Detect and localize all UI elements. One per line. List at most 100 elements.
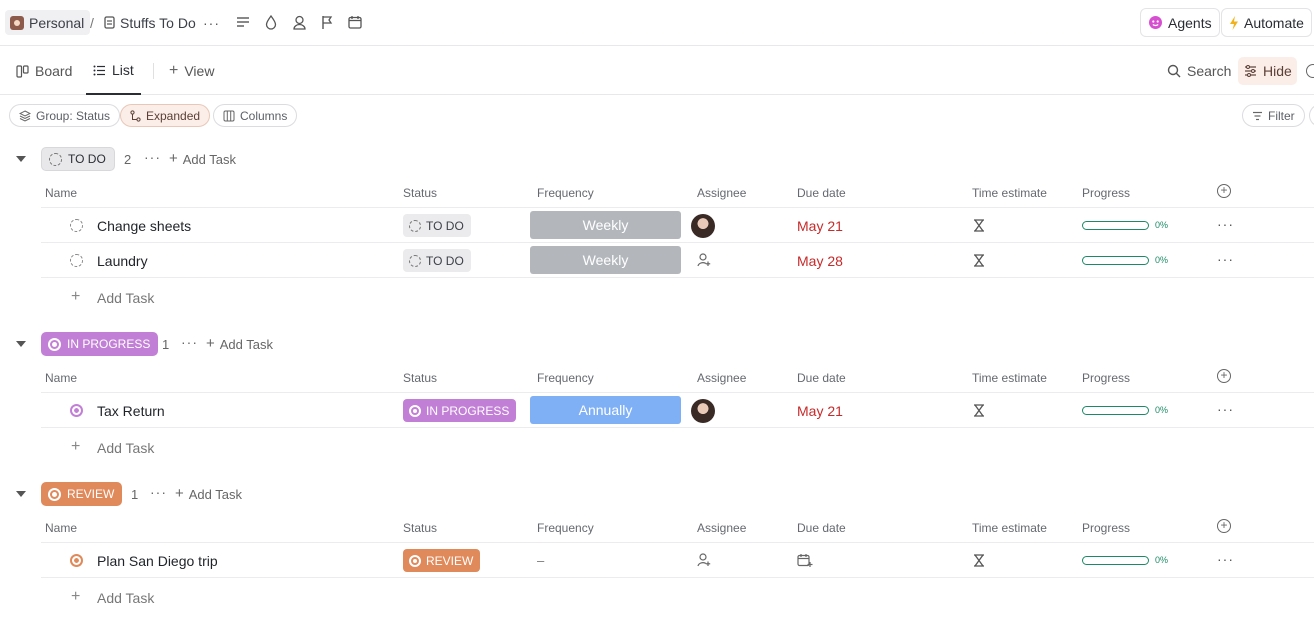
calendar-icon[interactable] [347, 14, 363, 30]
color-drop-icon[interactable] [263, 14, 279, 30]
hourglass-icon[interactable] [973, 254, 985, 267]
col-status[interactable]: Status [403, 186, 437, 200]
column-header-row: Name Status Frequency Assignee Due date … [41, 176, 1314, 208]
description-icon[interactable] [235, 14, 251, 30]
col-due-date[interactable]: Due date [797, 186, 846, 200]
search-button[interactable]: Search [1167, 47, 1231, 95]
col-status[interactable]: Status [403, 371, 437, 385]
agents-button[interactable]: Agents [1140, 8, 1220, 37]
task-name[interactable]: Tax Return [97, 403, 165, 419]
add-view-label: View [184, 63, 215, 79]
group-add-task-button[interactable]: + Add Task [169, 151, 236, 167]
add-task-row[interactable]: + Add Task [41, 279, 541, 315]
col-frequency[interactable]: Frequency [537, 521, 594, 535]
task-status-icon[interactable] [70, 254, 83, 267]
tab-divider [153, 63, 154, 79]
task-status-pill[interactable]: TO DO [403, 249, 471, 272]
tab-board[interactable]: Board [16, 47, 72, 95]
col-time-estimate[interactable]: Time estimate [972, 371, 1047, 385]
task-status-pill[interactable]: TO DO [403, 214, 471, 237]
group-add-task-button[interactable]: + Add Task [175, 486, 242, 502]
add-task-row[interactable]: + Add Task [41, 579, 541, 615]
table-row[interactable]: Laundry TO DO Weekly May 28 0% ··· [41, 243, 1314, 278]
col-status[interactable]: Status [403, 521, 437, 535]
col-progress[interactable]: Progress [1082, 186, 1130, 200]
hourglass-icon[interactable] [973, 219, 985, 232]
avatar[interactable] [691, 399, 715, 423]
collapse-caret-icon[interactable] [16, 491, 26, 497]
automate-button[interactable]: Automate [1221, 8, 1312, 37]
col-name[interactable]: Name [45, 371, 77, 385]
add-column-icon[interactable]: + [1217, 519, 1231, 533]
frequency-tag[interactable]: Weekly [530, 246, 681, 274]
col-due-date[interactable]: Due date [797, 521, 846, 535]
group-add-task-button[interactable]: + Add Task [206, 336, 273, 352]
col-frequency[interactable]: Frequency [537, 371, 594, 385]
task-status-icon[interactable] [70, 219, 83, 232]
task-status-icon[interactable] [70, 404, 83, 417]
row-more-icon[interactable]: ··· [1217, 251, 1234, 267]
expanded-chip[interactable]: Expanded [120, 104, 211, 127]
group-more-icon[interactable]: ··· [150, 484, 167, 500]
add-column-icon[interactable]: + [1217, 369, 1231, 383]
flag-icon[interactable] [319, 14, 335, 30]
task-status-pill[interactable]: IN PROGRESS [403, 399, 517, 422]
col-assignee[interactable]: Assignee [697, 521, 746, 535]
filter-chip[interactable]: Filter [1242, 104, 1305, 127]
group-count: 1 [162, 337, 170, 352]
add-assignee-icon[interactable] [697, 553, 711, 567]
more-options-icon[interactable]: ··· [203, 10, 220, 35]
breadcrumb-workspace[interactable]: Personal [5, 10, 91, 35]
hourglass-icon[interactable] [973, 404, 985, 417]
add-due-date-icon[interactable] [797, 553, 813, 568]
breadcrumb-list[interactable]: Stuffs To Do [104, 10, 196, 35]
col-name[interactable]: Name [45, 186, 77, 200]
more-filters-chip[interactable] [1309, 104, 1314, 127]
col-progress[interactable]: Progress [1082, 521, 1130, 535]
status-badge[interactable]: REVIEW [41, 482, 123, 506]
task-status-icon[interactable] [70, 554, 83, 567]
task-name[interactable]: Change sheets [97, 218, 191, 234]
table-row[interactable]: Plan San Diego trip REVIEW – 0% ··· [41, 543, 1314, 578]
group-by-chip[interactable]: Group: Status [9, 104, 121, 127]
table-row[interactable]: Change sheets TO DO Weekly May 21 0% ··· [41, 208, 1314, 243]
add-task-row[interactable]: + Add Task [41, 429, 541, 465]
user-icon[interactable] [291, 14, 307, 30]
col-due-date[interactable]: Due date [797, 371, 846, 385]
add-column-icon[interactable]: + [1217, 184, 1231, 198]
group-more-icon[interactable]: ··· [144, 149, 161, 165]
collapse-caret-icon[interactable] [16, 341, 26, 347]
add-view-button[interactable]: + View [169, 47, 214, 95]
table-row[interactable]: Tax Return IN PROGRESS Annually May 21 0… [41, 393, 1314, 428]
hide-button[interactable]: Hide [1238, 57, 1297, 85]
due-date[interactable]: May 21 [797, 403, 843, 419]
hourglass-icon[interactable] [973, 554, 985, 567]
frequency-tag[interactable]: Annually [530, 396, 681, 424]
avatar[interactable] [691, 214, 715, 238]
frequency-tag[interactable]: Weekly [530, 211, 681, 239]
settings-icon[interactable] [1306, 64, 1314, 78]
task-name[interactable]: Plan San Diego trip [97, 553, 218, 569]
status-badge[interactable]: TO DO [41, 147, 115, 171]
col-frequency[interactable]: Frequency [537, 186, 594, 200]
row-more-icon[interactable]: ··· [1217, 551, 1234, 567]
task-status-pill[interactable]: REVIEW [403, 549, 481, 572]
col-name[interactable]: Name [45, 521, 77, 535]
due-date[interactable]: May 21 [797, 218, 843, 234]
col-time-estimate[interactable]: Time estimate [972, 521, 1047, 535]
row-more-icon[interactable]: ··· [1217, 401, 1234, 417]
col-assignee[interactable]: Assignee [697, 371, 746, 385]
col-time-estimate[interactable]: Time estimate [972, 186, 1047, 200]
status-badge[interactable]: IN PROGRESS [41, 332, 159, 356]
frequency-empty[interactable]: – [537, 553, 544, 568]
columns-chip[interactable]: Columns [213, 104, 298, 127]
add-assignee-icon[interactable] [697, 253, 711, 267]
group-more-icon[interactable]: ··· [181, 334, 198, 350]
task-name[interactable]: Laundry [97, 253, 148, 269]
col-assignee[interactable]: Assignee [697, 186, 746, 200]
collapse-caret-icon[interactable] [16, 156, 26, 162]
due-date[interactable]: May 28 [797, 253, 843, 269]
tab-list[interactable]: List [86, 47, 141, 95]
row-more-icon[interactable]: ··· [1217, 216, 1234, 232]
col-progress[interactable]: Progress [1082, 371, 1130, 385]
